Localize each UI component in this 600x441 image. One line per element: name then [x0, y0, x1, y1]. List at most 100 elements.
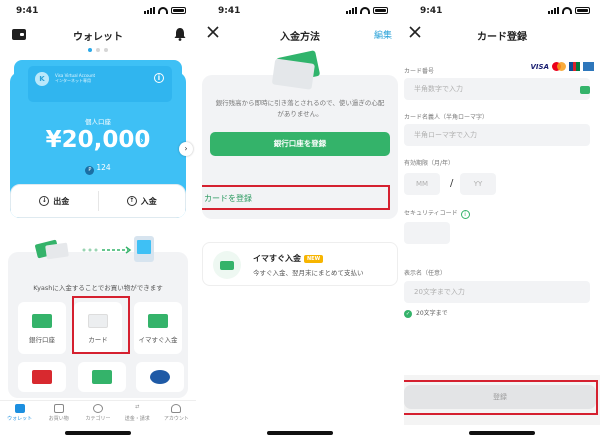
balance-label: 個人口座 [85, 118, 111, 126]
balance-actions: ↓ 出金 ↑ 入金 [10, 184, 186, 218]
jcb-icon [569, 62, 581, 71]
home-indicator [65, 431, 131, 435]
instant-deposit-icon [148, 314, 168, 328]
status-icons [144, 7, 186, 14]
nav-bar: 入金方法 [202, 22, 398, 46]
virtual-card[interactable]: K Visa Virtual Account インターネット専用 i [28, 66, 172, 102]
status-time: 9:41 [218, 6, 241, 16]
new-badge: NEW [304, 255, 324, 263]
info-icon[interactable]: i [460, 210, 470, 219]
bank-card-icon [32, 314, 52, 328]
tile-imasugu[interactable]: イマすぐ入金 [134, 302, 182, 354]
imasugu-subtitle: 今すぐ入金、翌月末にまとめて支払い [253, 269, 364, 277]
tile-bank[interactable]: 銀行口座 [18, 302, 66, 354]
wifi-icon [562, 7, 572, 14]
wifi-icon [158, 7, 168, 14]
expiry-month-input[interactable]: MM [404, 173, 440, 195]
tab-category[interactable]: カテゴリー [78, 401, 117, 426]
info-icon[interactable]: i [154, 73, 164, 83]
card-holder-label: カード名義人（半角ローマ字） [404, 114, 489, 121]
status-icons [346, 7, 388, 14]
virtual-card-name: Visa Virtual Account インターネット専用 [55, 73, 96, 83]
deposit-method-screen: 9:41 入金方法 編集 銀行残高から即時に引き落とされるので、使い過ぎの心配が… [202, 0, 398, 441]
deposit-label: 入金 [140, 196, 157, 206]
highlight-register-card [202, 185, 390, 210]
edit-button[interactable]: 編集 [374, 28, 392, 41]
home-indicator [267, 431, 333, 435]
transfer-arrows-icon: ⇄ [135, 404, 140, 410]
points-badge: P 124 [10, 163, 186, 175]
camera-icon[interactable] [580, 86, 590, 94]
person-icon [171, 404, 182, 413]
status-time: 9:41 [420, 6, 443, 16]
payeasy-icon [150, 370, 170, 384]
tab-transfer[interactable]: ⇄ 送金・請求 [118, 401, 157, 426]
point-icon: P [85, 166, 95, 175]
imasugu-title: イマすぐ入金 NEW [253, 253, 324, 264]
tab-wallet[interactable]: ウォレット [0, 401, 39, 426]
imasugu-option[interactable]: イマすぐ入金 NEW 今すぐ入金、翌月末にまとめて支払い [202, 242, 398, 286]
status-time: 9:41 [16, 6, 39, 16]
card-holder-input[interactable]: 半角ローマ字で入力 [404, 124, 590, 146]
pie-chart-icon [93, 404, 103, 413]
check-icon: ✓ [404, 310, 412, 318]
withdraw-button[interactable]: ↓ 出金 [11, 185, 98, 217]
wallet-screen: 9:41 ウォレット 個人口座 ¥20,000 › P 124 ↓ 出金 ↑ 入金 K… [0, 0, 196, 441]
home-indicator [469, 431, 535, 435]
highlight-register-button [404, 380, 598, 415]
expiry-year-input[interactable]: YY [460, 173, 496, 195]
status-bar: 9:41 [404, 4, 600, 18]
deposit-button[interactable]: ↑ 入金 [97, 191, 186, 211]
battery-icon [171, 7, 186, 14]
seven-eleven-icon [32, 370, 52, 384]
chevron-right-icon: › [140, 136, 144, 146]
expiry-label: 有効期限（月/年） [404, 160, 455, 167]
highlight-card-tile [72, 296, 130, 354]
card-brands: VISA [531, 62, 594, 71]
signal-icon [144, 7, 155, 14]
kyash-logo: K [35, 72, 49, 86]
next-card-button[interactable]: › [179, 142, 193, 156]
deposit-illustration [35, 236, 154, 262]
signal-icon [548, 7, 559, 14]
wifi-icon [360, 7, 370, 14]
tab-shopping[interactable]: お買い物 [39, 401, 78, 426]
tile-lawson[interactable] [78, 362, 126, 392]
battery-icon [373, 7, 388, 14]
points-value: 124 [96, 163, 111, 172]
mastercard-icon [552, 62, 566, 71]
atm-icon [92, 370, 112, 384]
bank-description: 銀行残高から即時に引き落とされるので、使い過ぎの心配がありません。 [215, 99, 385, 118]
page-indicator [0, 47, 196, 52]
wallet-tab-icon [14, 404, 25, 413]
status-icons [548, 7, 590, 14]
char-limit-note: ✓ 20文字まで [404, 310, 448, 318]
page-title: ウォレット [73, 32, 123, 43]
tile-payeasy[interactable] [136, 362, 184, 392]
security-code-input[interactable] [404, 222, 450, 244]
signal-icon [346, 7, 357, 14]
tile-seven-eleven[interactable] [18, 362, 66, 392]
balance-amount: ¥20,000 [45, 127, 151, 153]
bell-icon[interactable] [174, 27, 186, 41]
deposit-hint: Kyashに入金することでお買い物ができます [33, 284, 163, 292]
card-registration-screen: 9:41 カード登録 カード番号 VISA 半角数字で入力 カード名義人（半角ロ… [404, 0, 600, 441]
register-bank-button[interactable]: 銀行口座を登録 [210, 132, 390, 156]
page-title: カード登録 [477, 32, 527, 43]
card-number-input[interactable]: 半角数字で入力 [404, 78, 590, 100]
arrow-down-icon: ↓ [39, 196, 50, 206]
display-name-input[interactable]: 20文字まで入力 [404, 281, 590, 303]
tab-account[interactable]: アカウント [157, 401, 196, 426]
tab-bar: ウォレット お買い物 カテゴリー ⇄ 送金・請求 アカウント [0, 400, 196, 426]
status-bar: 9:41 [0, 4, 196, 18]
nav-bar: ウォレット [0, 22, 196, 46]
expiry-separator: / [450, 178, 454, 189]
nav-bar: カード登録 [404, 22, 600, 46]
security-code-label: セキュリティコード i [404, 208, 470, 219]
bag-icon [53, 404, 64, 413]
instant-deposit-icon [213, 251, 241, 279]
status-bar: 9:41 [202, 4, 398, 18]
arrow-up-icon: ↑ [126, 196, 137, 206]
page-title: 入金方法 [280, 32, 320, 43]
display-name-label: 表示名（任意） [404, 270, 447, 277]
